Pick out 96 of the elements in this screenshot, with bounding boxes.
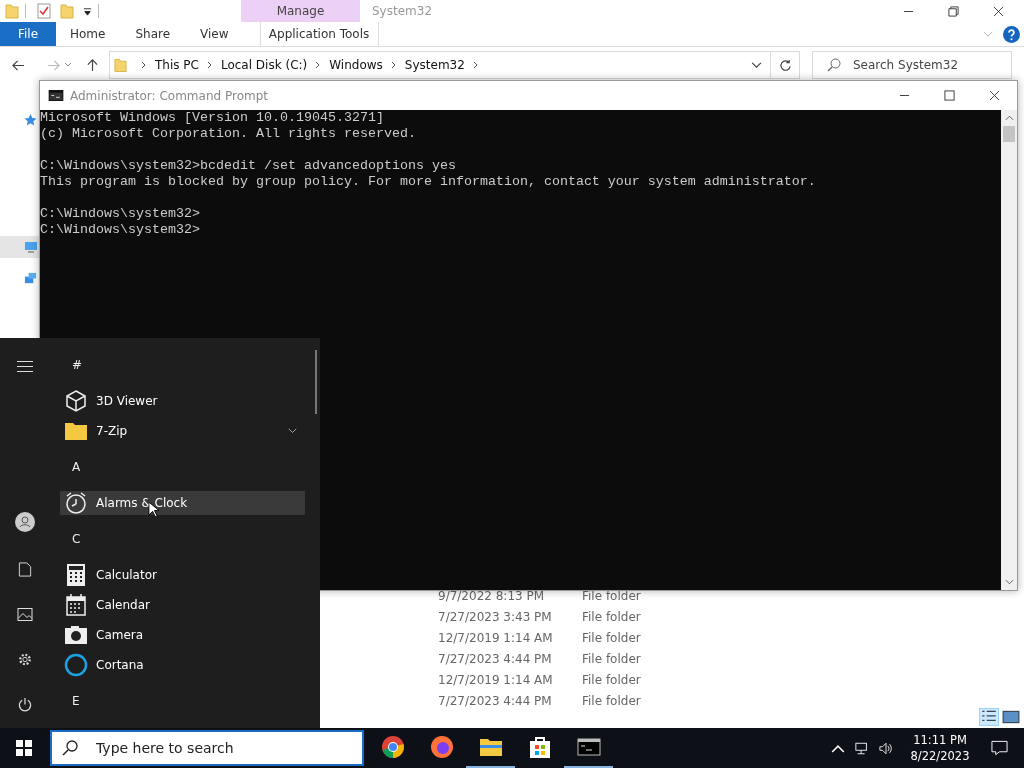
clock[interactable]: 11:11 PM 8/22/2023: [903, 732, 977, 764]
file-type-cell: File folder: [582, 588, 641, 603]
console-line: (c) Microsoft Corporation. All rights reserved.: [40, 126, 417, 142]
console-line: C:\Windows\system32>bcdedit /set advancedoptions yes: [40, 158, 457, 174]
window-title: System32: [372, 4, 433, 18]
large-icons-view-icon[interactable]: [1002, 709, 1020, 725]
file-type-cell: File folder: [582, 693, 641, 708]
app-list-item[interactable]: Camera: [60, 623, 305, 647]
calculator-icon: [64, 563, 88, 587]
network-icon[interactable]: [855, 741, 869, 755]
expand-chevron-icon[interactable]: [288, 428, 297, 434]
recent-dropdown-icon[interactable]: [64, 62, 72, 68]
fox-globe-icon: [429, 735, 454, 759]
search-icon: [62, 740, 78, 756]
settings-icon[interactable]: [17, 652, 33, 667]
file-tab[interactable]: File: [0, 22, 56, 46]
scroll-up-icon[interactable]: [1004, 115, 1014, 121]
help-icon[interactable]: [1003, 25, 1020, 43]
file-type-cell: File folder: [582, 630, 641, 645]
computer-icon[interactable]: [24, 241, 38, 253]
file-type-cell: File folder: [582, 651, 641, 666]
circular-app-icon: [380, 735, 405, 759]
notifications-icon[interactable]: [991, 740, 1008, 756]
details-view-icon[interactable]: [980, 709, 998, 725]
console-line: This program is blocked by group policy. For more information, contact your system administrator.: [40, 174, 817, 190]
scroll-thumb[interactable]: [1003, 126, 1015, 142]
console-icon: [48, 90, 64, 101]
camera-icon: [64, 623, 88, 647]
shopping-bag-icon: [527, 735, 552, 759]
date-modified-cell-text: 7/27/2023 4:44 PM: [438, 693, 553, 708]
search-box[interactable]: Search System32: [812, 51, 1012, 79]
app-list-item[interactable]: Calendar: [60, 593, 305, 617]
ring-icon: [64, 653, 88, 677]
volume-icon[interactable]: [879, 741, 893, 755]
breadcrumb[interactable]: This PC: [155, 58, 199, 72]
maximize-icon[interactable]: [944, 90, 955, 101]
refresh-icon: [778, 58, 792, 72]
date-modified-cell-text: 12/7/2019 1:14 AM: [438, 630, 554, 645]
app-list-item[interactable]: 7-Zip: [60, 419, 305, 443]
file-type-cell: File folder: [582, 609, 641, 624]
refresh-button[interactable]: [771, 51, 800, 79]
group-letter[interactable]: C: [72, 532, 81, 546]
date-modified-cell-text: 7/27/2023 3:43 PM: [438, 609, 553, 624]
ribbon-tab[interactable]: Home: [56, 22, 120, 46]
chevron-down-icon[interactable]: [751, 61, 762, 69]
scrollbar[interactable]: [1001, 110, 1017, 590]
breadcrumb-chevron-icon[interactable]: [315, 61, 322, 69]
date-modified-cell-text: 12/7/2019 1:14 AM: [438, 672, 554, 687]
up-arrow-icon[interactable]: [86, 58, 99, 72]
ribbon-tab[interactable]: Share: [121, 22, 185, 46]
power-icon[interactable]: [17, 697, 33, 712]
user-avatar-icon[interactable]: [15, 512, 35, 532]
cube-icon: [64, 389, 88, 413]
taskbar-search-box[interactable]: Type here to search: [50, 730, 364, 766]
search-field[interactable]: Search System32: [851, 57, 1005, 73]
group-letter[interactable]: E: [72, 694, 80, 708]
breadcrumb[interactable]: System32: [404, 58, 465, 72]
restore-icon[interactable]: [948, 5, 959, 17]
file-type-cell: File folder: [582, 672, 641, 687]
scroll-down-icon[interactable]: [1004, 579, 1014, 585]
menu-icon[interactable]: [17, 359, 33, 374]
windows-logo-icon: [16, 740, 32, 756]
window-title: Administrator: Command Prompt: [70, 88, 268, 103]
app-list-item[interactable]: Cortana: [60, 653, 305, 677]
document-icon[interactable]: [17, 562, 33, 577]
close-icon[interactable]: [993, 5, 1004, 17]
app-list-item[interactable]: Calculator: [60, 563, 305, 587]
calendar-icon: [64, 593, 88, 617]
console-icon: [576, 735, 601, 759]
date-modified-cell-text: 7/27/2023 4:44 PM: [438, 651, 553, 666]
checklist-icon[interactable]: [37, 3, 51, 19]
folder-icon: [114, 57, 127, 73]
clock-icon: [64, 491, 88, 515]
contextual-tab-group: Manage: [241, 0, 360, 22]
close-icon[interactable]: [989, 90, 1000, 101]
back-arrow-icon[interactable]: [12, 58, 25, 72]
breadcrumb[interactable]: Local Disk (C:): [220, 58, 308, 72]
breadcrumb-chevron-icon[interactable]: [390, 61, 397, 69]
group-letter[interactable]: A: [72, 460, 81, 474]
star-icon[interactable]: [24, 113, 37, 126]
console-line: Microsoft Windows [Version 10.0.19045.3271]: [40, 110, 385, 126]
ribbon-tab[interactable]: View: [186, 22, 243, 46]
breadcrumb-chevron-icon[interactable]: [206, 61, 213, 69]
app-list-item[interactable]: 3D Viewer: [60, 389, 305, 413]
console-line: C:\Windows\system32>: [40, 206, 201, 222]
customize-dropdown-icon[interactable]: [83, 6, 92, 16]
ribbon-tab[interactable]: Application Tools: [259, 22, 379, 46]
breadcrumb-chevron-icon[interactable]: [472, 61, 479, 69]
address-bar[interactable]: This PC Local Disk (C:) Windows System32: [109, 51, 771, 79]
group-letter[interactable]: #: [72, 358, 83, 372]
breadcrumb[interactable]: Windows: [329, 58, 383, 72]
breadcrumb-chevron-icon[interactable]: [141, 61, 147, 69]
console-line: C:\Windows\system32>: [40, 222, 201, 238]
date-modified-cell-text: 9/7/2022 8:13 PM: [438, 588, 546, 603]
pictures-icon[interactable]: [17, 607, 33, 622]
search-icon: [827, 58, 841, 72]
